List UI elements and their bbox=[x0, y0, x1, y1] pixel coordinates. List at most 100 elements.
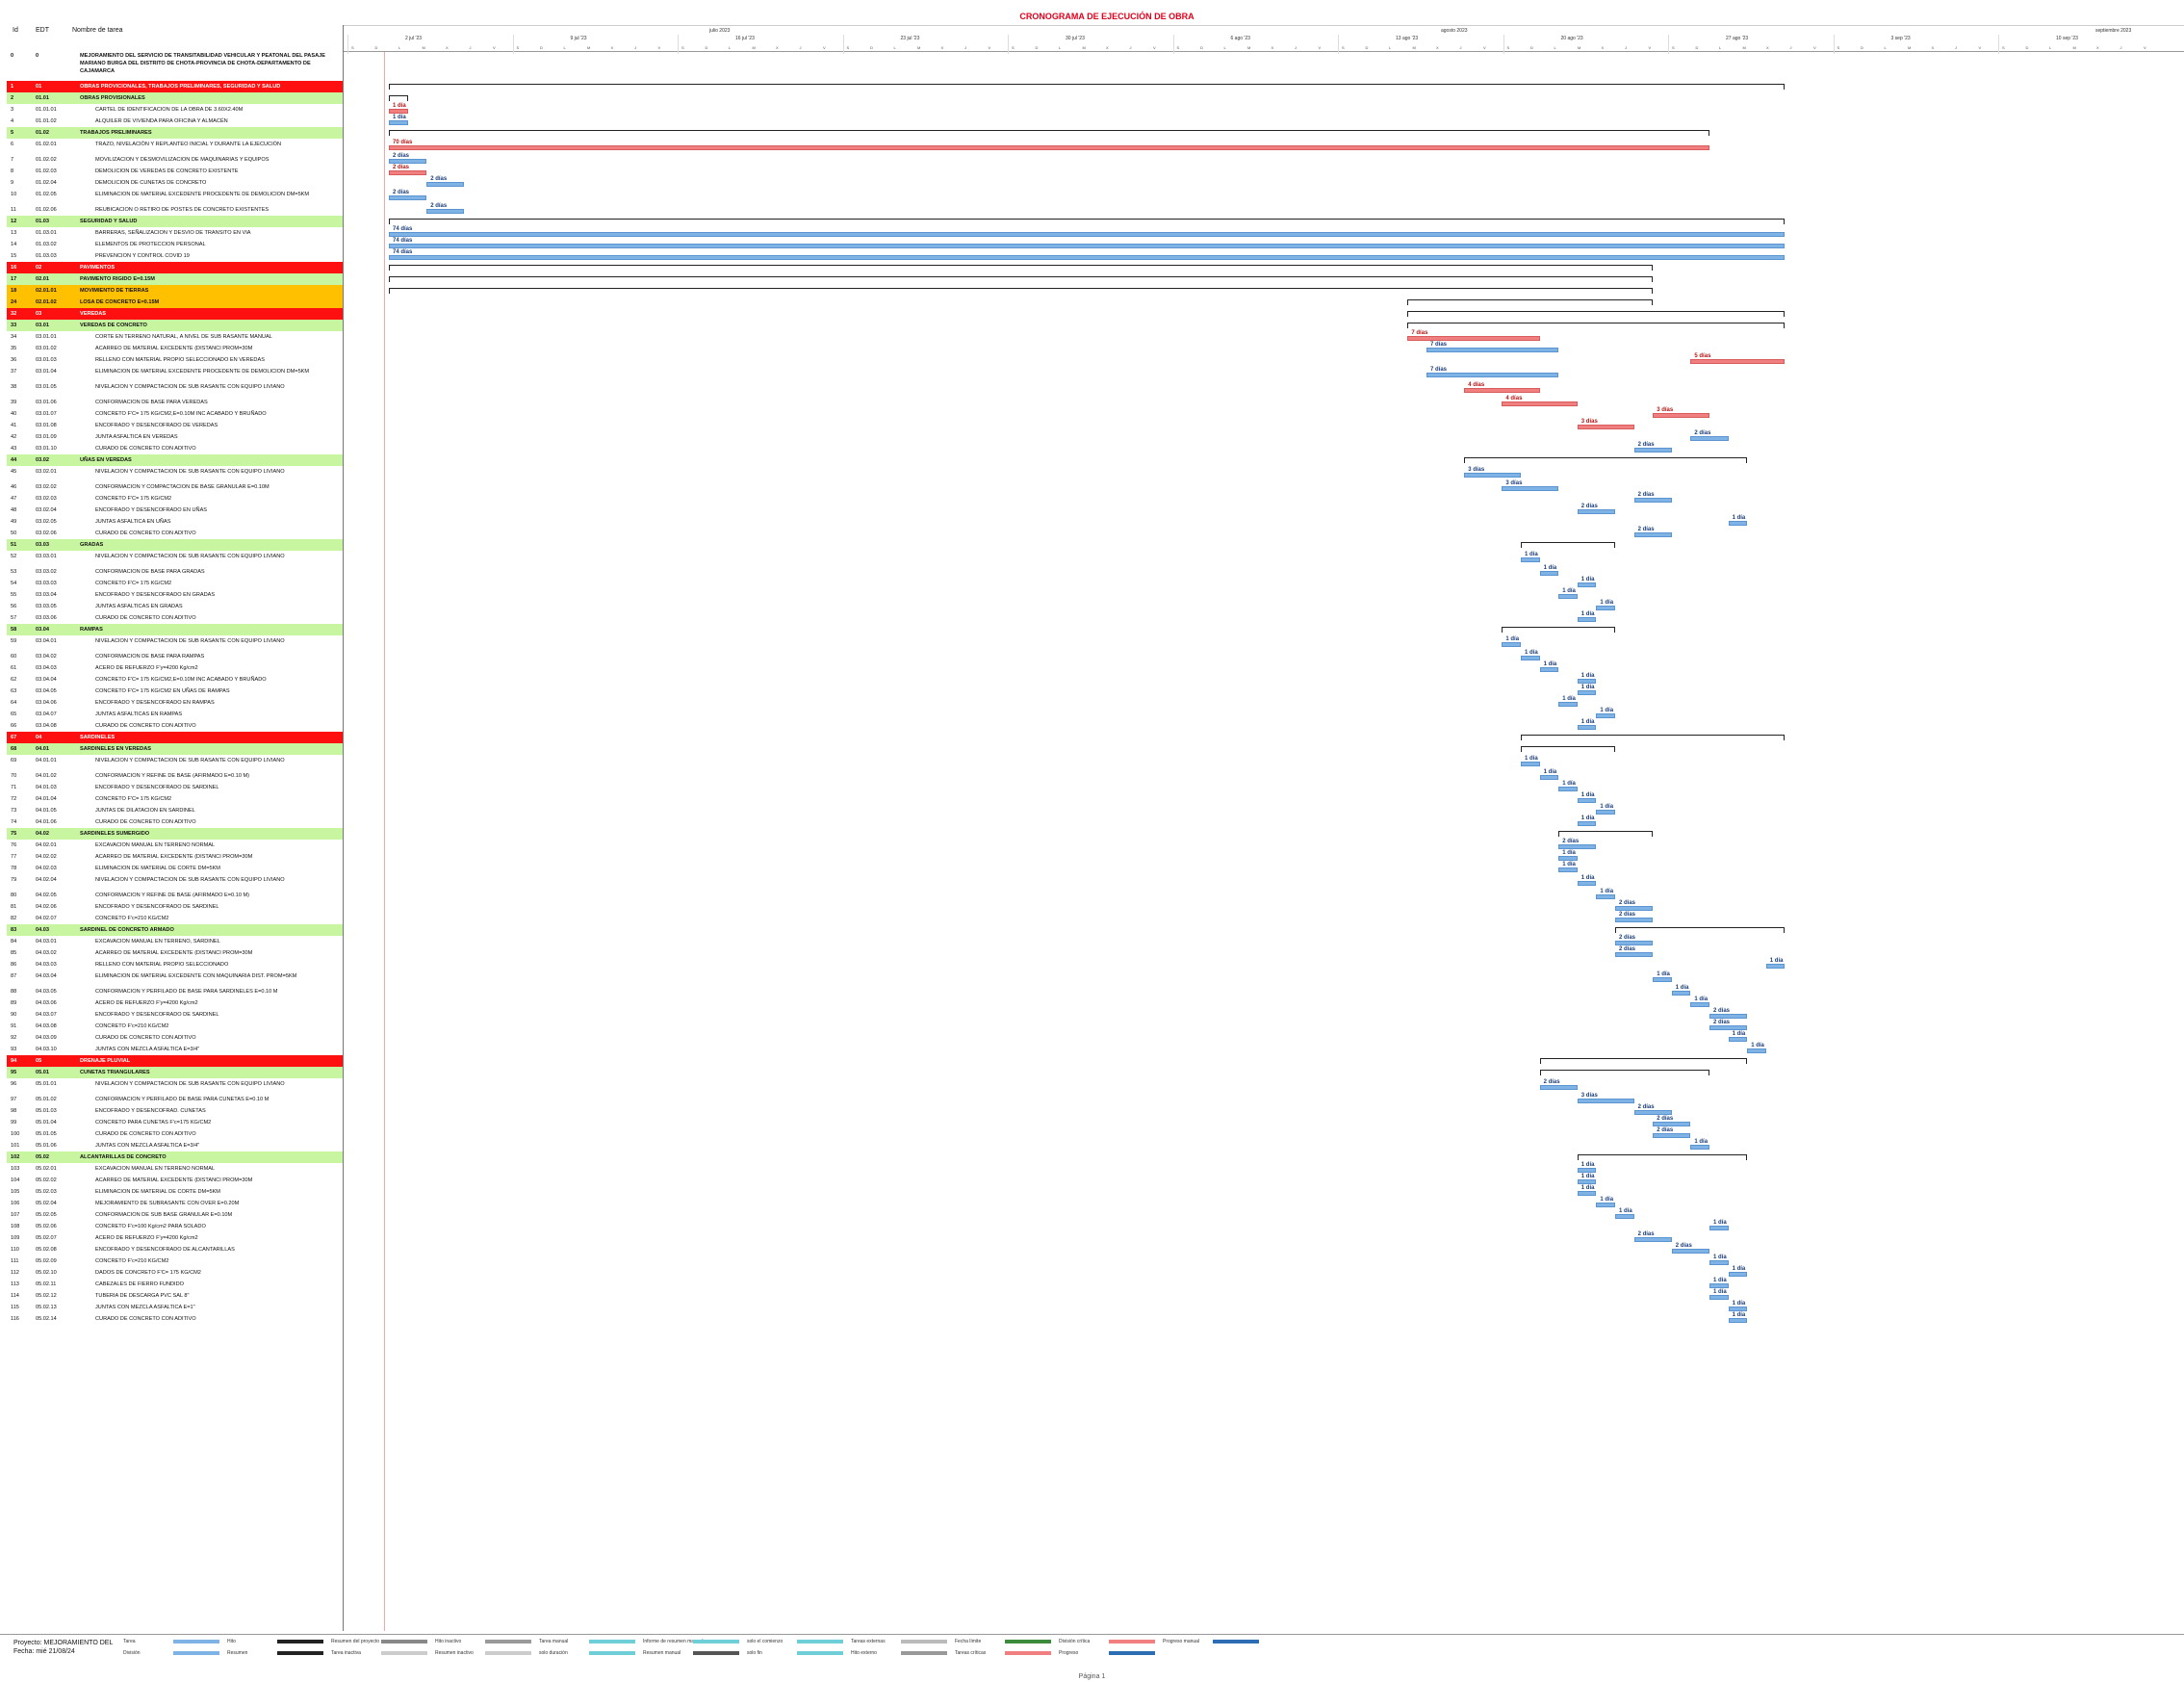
task-row[interactable]: 6 01.02.01 TRAZO, NIVELACIÓN Y REPLANTEO I… bbox=[7, 139, 343, 154]
summary-bar[interactable] bbox=[1558, 831, 1654, 837]
task-row[interactable]: 91 04.03.08 CONCRETO F'c=210 KG/CM2 bbox=[7, 1021, 343, 1032]
critical-task-bar[interactable] bbox=[1407, 336, 1540, 341]
task-row[interactable]: 89 04.03.06 ACERO DE REFUERZO F'y=4200 Kg/… bbox=[7, 997, 343, 1009]
task-row[interactable]: 51 03.03 GRADAS bbox=[7, 539, 343, 551]
task-row[interactable]: 109 05.02.07 ACERO DE REFUERZO F'y=4200 Kg… bbox=[7, 1232, 343, 1244]
task-row[interactable]: 33 03.01 VEREDAS DE CONCRETO bbox=[7, 320, 343, 331]
task-row[interactable]: 3 01.01.01 CARTEL DE IDENTIFICACION DE LA … bbox=[7, 104, 343, 116]
task-bar[interactable] bbox=[1577, 582, 1597, 587]
task-row[interactable]: 36 03.01.03 RELLENO CON MATERIAL PROPIO SE… bbox=[7, 354, 343, 366]
task-row[interactable]: 44 03.02 UÑAS EN VEREDAS bbox=[7, 454, 343, 466]
task-bar[interactable] bbox=[389, 244, 1786, 248]
table-chart-divider[interactable] bbox=[343, 25, 344, 1631]
task-row[interactable]: 67 04 SARDINELES bbox=[7, 732, 343, 743]
task-row[interactable]: 35 03.01.02 ACARREO DE MATERIAL EXCEDENTE … bbox=[7, 343, 343, 354]
summary-bar[interactable] bbox=[1539, 1058, 1748, 1064]
task-row[interactable]: 32 03 VEREDAS bbox=[7, 308, 343, 320]
task-bar[interactable] bbox=[1577, 617, 1597, 622]
task-bar[interactable] bbox=[1728, 1318, 1748, 1323]
task-row[interactable]: 59 03.04.01 NIVELACION Y COMPACTACION DE S… bbox=[7, 635, 343, 651]
task-row[interactable]: 114 05.02.12 TUBERIA DE DESCARGA PVC SAL 8… bbox=[7, 1290, 343, 1302]
summary-bar[interactable] bbox=[1502, 627, 1615, 633]
task-bar[interactable] bbox=[1690, 436, 1729, 441]
task-row[interactable]: 0 0 MEJORAMIENTO DEL SERVICIO DE TRANSITAB… bbox=[7, 52, 343, 81]
task-row[interactable]: 110 05.02.08 ENCOFRADO Y DESENCOFRADO DE A… bbox=[7, 1244, 343, 1255]
task-row[interactable]: 47 03.02.03 CONCRETO F'C= 175 KG/CM2 bbox=[7, 493, 343, 505]
task-row[interactable]: 5 01.02 TRABAJOS PRELIMINARES bbox=[7, 127, 343, 139]
task-row[interactable]: 37 03.01.04 ELIMINACION DE MATERIAL EXCEDE… bbox=[7, 366, 343, 381]
task-bar[interactable] bbox=[389, 232, 1786, 237]
summary-bar[interactable] bbox=[389, 84, 1786, 90]
task-bar[interactable] bbox=[1671, 991, 1691, 996]
task-bar[interactable] bbox=[1577, 679, 1597, 684]
task-bar[interactable] bbox=[1653, 977, 1672, 982]
task-row[interactable]: 24 02.01.02 LOSA DE CONCRETO E=0.15M bbox=[7, 297, 343, 308]
task-row[interactable]: 43 03.01.10 CURADO DE CONCRETO CON ADITIVO bbox=[7, 443, 343, 454]
task-bar[interactable] bbox=[1671, 1249, 1709, 1254]
task-row[interactable]: 94 05 DRENAJE PLUVIAL bbox=[7, 1055, 343, 1067]
task-bar[interactable] bbox=[1558, 787, 1578, 791]
task-bar[interactable] bbox=[1521, 557, 1540, 562]
task-row[interactable]: 76 04.02.01 EXCAVACION MANUAL EN TERRENO N… bbox=[7, 840, 343, 851]
summary-bar[interactable] bbox=[389, 219, 1786, 224]
task-row[interactable]: 96 05.01.01 NIVELACION Y COMPACTACION DE S… bbox=[7, 1078, 343, 1094]
task-bar[interactable] bbox=[1633, 1237, 1672, 1242]
task-row[interactable]: 46 03.02.02 CONFORMACION Y COMPACTACION DE… bbox=[7, 481, 343, 493]
task-row[interactable]: 113 05.02.11 CABEZALES DE FIERRO FUNDIDO bbox=[7, 1279, 343, 1290]
critical-task-bar[interactable] bbox=[389, 170, 427, 175]
task-bar[interactable] bbox=[1728, 1037, 1748, 1042]
task-row[interactable]: 2 01.01 OBRAS PROVISIONALES bbox=[7, 92, 343, 104]
task-row[interactable]: 72 04.01.04 CONCRETO F'C= 175 KG/CM2 bbox=[7, 793, 343, 805]
task-row[interactable]: 64 03.04.06 ENCOFRADO Y DESENCOFRADO EN RA… bbox=[7, 697, 343, 709]
task-row[interactable]: 42 03.01.09 JUNTA ASFALTICA EN VEREDAS bbox=[7, 431, 343, 443]
task-row[interactable]: 16 02 PAVIMENTOS bbox=[7, 262, 343, 273]
task-bar[interactable] bbox=[1633, 448, 1672, 453]
task-row[interactable]: 9 01.02.04 DEMOLICION DE CUNETAS DE CONCRE… bbox=[7, 177, 343, 189]
task-row[interactable]: 102 05.02 ALCANTARILLAS DE CONCRETO bbox=[7, 1152, 343, 1163]
task-row[interactable]: 97 05.01.02 CONFORMACION Y PERFILADO DE BA… bbox=[7, 1094, 343, 1105]
task-row[interactable]: 68 04.01 SARDINELES EN VEREDAS bbox=[7, 743, 343, 755]
task-row[interactable]: 87 04.03.04 ELIMINACION DE MATERIAL EXCEDE… bbox=[7, 970, 343, 986]
summary-bar[interactable] bbox=[389, 288, 1654, 294]
task-row[interactable]: 55 03.03.04 ENCOFRADO Y DESENCOFRADO EN GR… bbox=[7, 589, 343, 601]
task-row[interactable]: 40 03.01.07 CONCRETO F'C= 175 KG/CM2,E=0.1… bbox=[7, 408, 343, 420]
task-row[interactable]: 60 03.04.02 CONFORMACION DE BASE PARA RAMP… bbox=[7, 651, 343, 662]
task-row[interactable]: 82 04.02.07 CONCRETO F'c=210 KG/CM2 bbox=[7, 913, 343, 924]
task-row[interactable]: 78 04.02.03 ELIMINACION DE MATERIAL DE COR… bbox=[7, 863, 343, 874]
task-row[interactable]: 63 03.04.05 CONCRETO F'C= 175 KG/CM2 EN UÑ… bbox=[7, 686, 343, 697]
task-bar[interactable] bbox=[1653, 1133, 1691, 1138]
summary-bar[interactable] bbox=[1521, 542, 1615, 548]
task-bar[interactable] bbox=[1558, 867, 1578, 872]
task-row[interactable]: 104 05.02.02 ACARREO DE MATERIAL EXCEDENTE… bbox=[7, 1175, 343, 1186]
task-bar[interactable] bbox=[1426, 373, 1559, 377]
task-row[interactable]: 49 03.02.05 JUNTAS ASFALTICA EN UÑAS bbox=[7, 516, 343, 528]
task-row[interactable]: 18 02.01.01 MOVIMIENTO DE TIERRAS bbox=[7, 285, 343, 297]
task-bar[interactable] bbox=[1633, 532, 1672, 537]
task-row[interactable]: 8 01.02.03 DEMOLICION DE VEREDAS DE CONCRE… bbox=[7, 166, 343, 177]
task-row[interactable]: 53 03.03.02 CONFORMACION DE BASE PARA GRAD… bbox=[7, 566, 343, 578]
task-row[interactable]: 79 04.02.04 NIVELACION Y COMPACTACION DE S… bbox=[7, 874, 343, 890]
task-row[interactable]: 14 01.03.02 ELEMENTOS DE PROTECCION PERSON… bbox=[7, 239, 343, 250]
summary-bar[interactable] bbox=[389, 130, 1709, 136]
task-bar[interactable] bbox=[389, 255, 1786, 260]
summary-bar[interactable] bbox=[389, 265, 1654, 271]
summary-bar[interactable] bbox=[1407, 299, 1654, 305]
task-bar[interactable] bbox=[389, 159, 427, 164]
task-bar[interactable] bbox=[1633, 1110, 1672, 1115]
summary-bar[interactable] bbox=[1464, 457, 1748, 463]
task-row[interactable]: 48 03.02.04 ENCOFRADO Y DESENCOFRADO EN UÑ… bbox=[7, 505, 343, 516]
critical-task-bar[interactable] bbox=[1464, 388, 1540, 393]
task-row[interactable]: 105 05.02.03 ELIMINACION DE MATERIAL DE CO… bbox=[7, 1186, 343, 1198]
task-bar[interactable] bbox=[1615, 952, 1654, 957]
task-bar[interactable] bbox=[1577, 881, 1597, 886]
task-bar[interactable] bbox=[1690, 1002, 1709, 1007]
task-row[interactable]: 106 05.02.04 MEJORAMIENTO DE SUBRASANTE CO… bbox=[7, 1198, 343, 1209]
task-row[interactable]: 116 05.02.14 CURADO DE CONCRETO CON ADITIV… bbox=[7, 1313, 343, 1325]
task-row[interactable]: 107 05.02.05 CONFORMACION DE SUB BASE GRAN… bbox=[7, 1209, 343, 1221]
task-bar[interactable] bbox=[1558, 702, 1578, 707]
task-bar[interactable] bbox=[1596, 606, 1615, 610]
task-row[interactable]: 90 04.03.07 ENCOFRADO Y DESENCOFRADO DE SA… bbox=[7, 1009, 343, 1021]
task-bar[interactable] bbox=[1539, 1085, 1578, 1090]
task-bar[interactable] bbox=[1596, 810, 1615, 815]
task-bar[interactable] bbox=[1577, 821, 1597, 826]
